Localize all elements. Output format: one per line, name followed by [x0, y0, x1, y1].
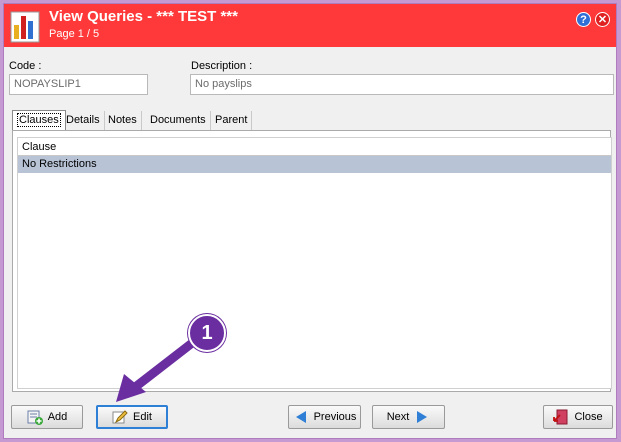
close-door-icon [553, 409, 568, 425]
help-icon[interactable]: ? [576, 12, 591, 27]
description-label: Description : [191, 60, 253, 72]
column-header-clause[interactable]: Clause [18, 138, 611, 156]
callout-badge: 1 [188, 314, 226, 352]
next-button[interactable]: Next [372, 405, 445, 429]
edit-button-label: Edit [133, 411, 152, 423]
tab-parent[interactable]: Parent [211, 111, 253, 131]
previous-button[interactable]: Previous [288, 405, 361, 429]
clauses-panel: Clause No Restrictions [12, 130, 612, 392]
description-field[interactable]: No payslips [190, 74, 614, 95]
add-button-label: Add [47, 411, 68, 423]
edit-button[interactable]: Edit [96, 405, 168, 429]
clauses-grid: Clause No Restrictions [17, 137, 612, 389]
next-button-label: Next [386, 411, 410, 423]
code-label: Code : [9, 60, 42, 72]
tab-details[interactable]: Details [62, 111, 105, 131]
add-button[interactable]: Add [11, 405, 83, 429]
chart-icon [10, 11, 40, 43]
tab-documents[interactable]: Documents [146, 111, 211, 131]
title-bar: View Queries - *** TEST *** Page 1 / 5 ?… [4, 4, 616, 47]
add-icon [27, 410, 43, 425]
page-indicator: Page 1 / 5 [49, 28, 100, 40]
close-button-label: Close [574, 411, 603, 423]
window-title: View Queries - *** TEST *** [49, 8, 238, 25]
tab-notes[interactable]: Notes [104, 111, 142, 131]
previous-button-label: Previous [313, 411, 357, 423]
table-row[interactable]: No Restrictions [18, 156, 611, 173]
next-arrow-icon [417, 411, 428, 423]
previous-arrow-icon [295, 411, 306, 423]
close-button[interactable]: Close [543, 405, 613, 429]
close-icon[interactable]: ✕ [595, 12, 610, 27]
edit-icon [112, 410, 128, 424]
code-field[interactable]: NOPAYSLIP1 [9, 74, 148, 95]
view-queries-window: View Queries - *** TEST *** Page 1 / 5 ?… [3, 3, 617, 439]
tab-clauses[interactable]: Clauses [12, 110, 66, 131]
